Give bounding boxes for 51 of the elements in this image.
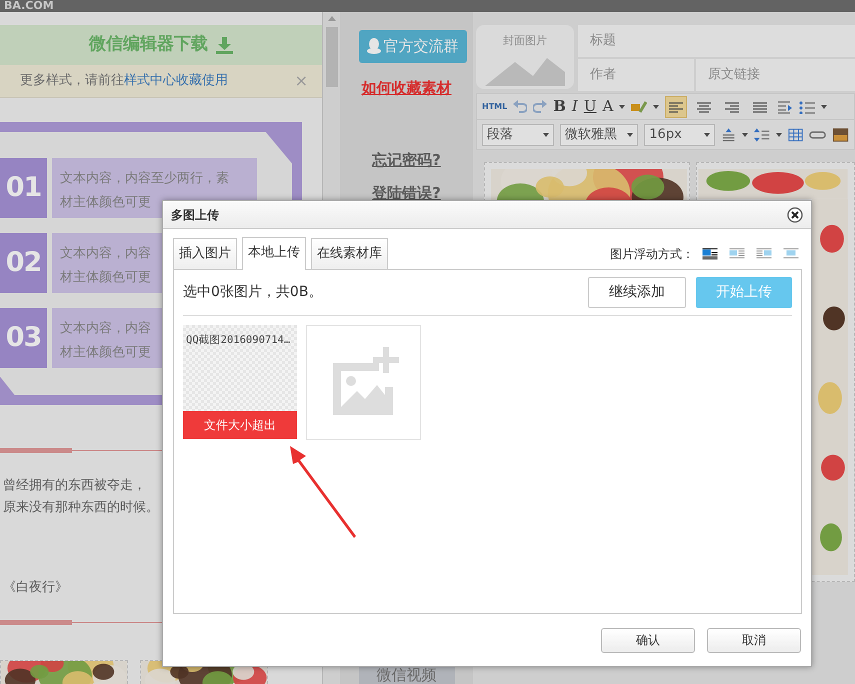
close-icon[interactable]	[787, 206, 803, 222]
number-label: 02	[0, 233, 47, 293]
quote-text: 曾经拥有的东西被夺走， 原来没有那种东西的时候。	[2, 477, 160, 517]
account-link[interactable]: 忘记密码?	[372, 149, 441, 172]
author-field[interactable]: 作者	[578, 59, 694, 91]
indent-icon[interactable]	[777, 100, 794, 114]
account-link[interactable]: 登陆错误?	[372, 182, 441, 204]
help-link[interactable]: 如何收藏素材	[362, 76, 452, 99]
italic-button[interactable]: I	[572, 95, 578, 118]
source-link-field[interactable]: 原文链接	[696, 59, 855, 91]
caret-icon[interactable]	[776, 132, 782, 136]
align-button[interactable]	[665, 96, 688, 118]
font-size-select[interactable]: 16px	[644, 124, 716, 146]
style-center-link[interactable]: 样式中心收藏使用	[124, 73, 228, 88]
scrollbar-thumb[interactable]	[326, 27, 338, 87]
add-image-tile[interactable]	[306, 325, 421, 440]
site-logo[interactable]: BA.COM	[4, 0, 54, 12]
html-button[interactable]: HTML	[482, 100, 508, 112]
error-label: 文件大小超出	[183, 411, 297, 439]
notice-text: 更多样式，请前往样式中心收藏使用	[20, 72, 228, 90]
group-chat-button[interactable]: 官方交流群	[358, 30, 466, 62]
tab[interactable]: 在线素材库	[311, 238, 388, 269]
table-icon[interactable]	[788, 128, 803, 142]
link-icon[interactable]	[808, 130, 826, 140]
caret-icon[interactable]	[653, 104, 660, 108]
number-label: 01	[0, 158, 47, 218]
quote-source: 《白夜行》	[2, 579, 69, 597]
number-label: 03	[0, 308, 47, 368]
dialog-button[interactable]: 确认	[601, 628, 695, 652]
float-mode-label: 图片浮动方式：	[610, 246, 694, 262]
tab[interactable]: 本地上传	[242, 237, 306, 270]
add-more-button[interactable]: 继续添加	[588, 277, 686, 308]
file-thumbnail[interactable]: QQ截图2016090714… 文件大小超出	[183, 325, 297, 439]
dialog-button[interactable]: 取消	[707, 628, 801, 652]
cover-image-slot[interactable]: 封面图片	[476, 25, 574, 89]
caret-icon[interactable]	[619, 104, 626, 108]
paragraph-select[interactable]: 段落	[482, 124, 554, 146]
paragraph-spacing-icon[interactable]	[721, 126, 736, 142]
image-icon[interactable]	[832, 126, 850, 142]
list-icon[interactable]	[799, 100, 816, 114]
title-field[interactable]: 标题	[578, 25, 855, 57]
caret-icon[interactable]	[821, 104, 828, 108]
image-card[interactable]	[484, 162, 690, 202]
tab[interactable]: 插入图片	[173, 238, 237, 269]
bold-button[interactable]: B	[553, 95, 566, 118]
download-icon	[216, 36, 233, 54]
font-select[interactable]: 微软雅黑	[560, 124, 638, 146]
font-color-button[interactable]: A	[602, 95, 614, 118]
caret-icon[interactable]	[742, 132, 748, 136]
underline-button[interactable]: U	[584, 95, 596, 118]
line-height-icon[interactable]	[754, 126, 770, 142]
